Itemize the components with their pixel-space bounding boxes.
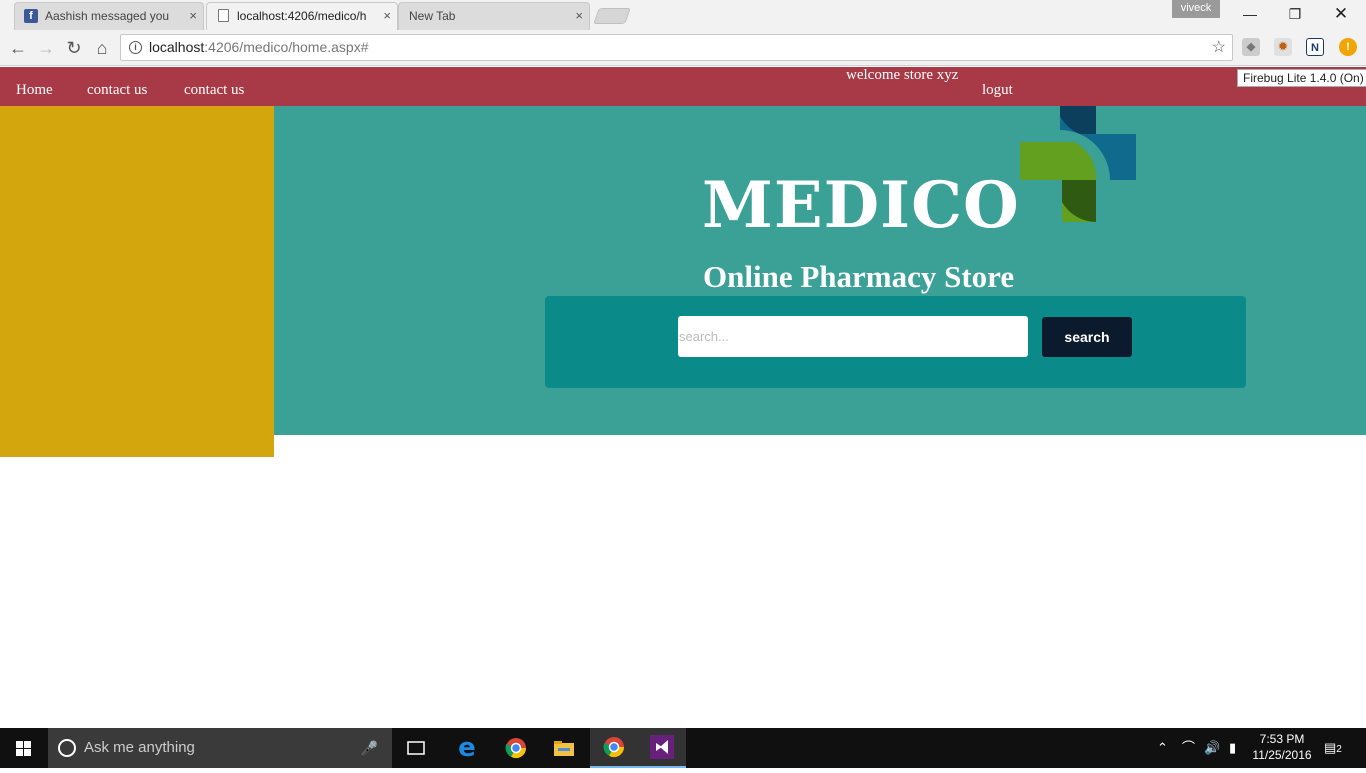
logout-link[interactable]: logut xyxy=(982,82,1013,99)
cortana-search-box[interactable]: Ask me anything 🎤 xyxy=(48,728,392,768)
medico-logo-text: MEDICO xyxy=(702,168,1020,243)
visual-studio-icon[interactable] xyxy=(638,728,686,768)
bookmark-star-icon[interactable]: ☆ xyxy=(1212,35,1226,60)
action-center-icon[interactable]: ▤2 xyxy=(1324,728,1342,768)
info-icon[interactable]: i xyxy=(129,41,142,54)
cortana-placeholder: Ask me anything xyxy=(84,739,195,756)
minimize-icon[interactable]: — xyxy=(1227,0,1273,28)
tray-chevron-icon[interactable]: ⌃ xyxy=(1157,728,1168,768)
tab-close-icon[interactable]: × xyxy=(189,3,197,29)
nav-home-link[interactable]: Home xyxy=(16,82,53,99)
firebug-icon[interactable]: ✹ xyxy=(1274,38,1292,56)
hero-banner: MEDICO Online Pharmacy Store search xyxy=(274,106,1366,435)
search-input[interactable] xyxy=(678,316,1028,357)
tab-new-tab[interactable]: New Tab × xyxy=(398,2,590,30)
windows-start-icon[interactable] xyxy=(0,728,48,768)
clock-date: 11/25/2016 xyxy=(1252,748,1312,762)
edge-icon[interactable]: e xyxy=(443,728,491,768)
welcome-text: welcome store xyz xyxy=(846,67,959,83)
search-button[interactable]: search xyxy=(1042,317,1132,357)
reload-icon[interactable]: ↻ xyxy=(62,36,86,60)
logo-cross-icon xyxy=(1020,106,1136,222)
nav-contact-link-2[interactable]: contact us xyxy=(184,82,244,99)
tab-facebook[interactable]: f Aashish messaged you × xyxy=(14,2,204,30)
system-clock[interactable]: 7:53 PM 11/25/2016 xyxy=(1248,731,1316,763)
site-navbar: Home contact us contact us welcome store… xyxy=(0,67,1366,106)
tab-strip: f Aashish messaged you × localhost:4206/… xyxy=(0,0,1366,30)
cortana-icon xyxy=(58,739,76,757)
network-icon[interactable]: ⌒ xyxy=(1182,728,1195,768)
file-explorer-icon[interactable] xyxy=(540,728,588,768)
home-icon[interactable]: ⌂ xyxy=(90,36,114,60)
browser-toolbar: ← → ↻ ⌂ i localhost:4206/medico/home.asp… xyxy=(0,30,1366,66)
task-view-icon[interactable] xyxy=(392,728,440,768)
nav-contact-link[interactable]: contact us xyxy=(87,82,147,99)
tab-localhost[interactable]: localhost:4206/medico/h × xyxy=(206,2,398,30)
sidebar-panel xyxy=(0,106,274,457)
close-window-icon[interactable]: ✕ xyxy=(1318,0,1364,28)
page-icon xyxy=(218,9,229,22)
chrome-icon[interactable] xyxy=(492,728,540,768)
clock-time: 7:53 PM xyxy=(1259,732,1305,746)
tab-close-icon[interactable]: × xyxy=(575,3,583,29)
url-path: :4206/medico/home.aspx# xyxy=(204,39,369,55)
new-tab-button[interactable] xyxy=(593,8,631,24)
back-icon[interactable]: ← xyxy=(6,36,30,60)
profile-button[interactable]: viveck xyxy=(1172,0,1220,18)
facebook-icon: f xyxy=(24,9,38,23)
extension-n-icon[interactable]: N xyxy=(1306,38,1324,56)
tab-close-icon[interactable]: × xyxy=(383,3,391,29)
battery-icon[interactable]: ▮ xyxy=(1229,728,1236,768)
restore-icon[interactable]: ❐ xyxy=(1272,0,1318,28)
microphone-icon[interactable]: 🎤 xyxy=(361,728,378,768)
tab-title: Aashish messaged you xyxy=(45,9,170,23)
notification-count: 2 xyxy=(1336,744,1342,755)
extension-icon[interactable]: ◆ xyxy=(1242,38,1260,56)
url-host: localhost xyxy=(149,39,205,55)
extension-tooltip: Firebug Lite 1.4.0 (On) xyxy=(1237,69,1366,87)
tab-title: New Tab xyxy=(409,9,456,23)
hero-subtitle: Online Pharmacy Store xyxy=(703,259,1015,294)
forward-icon[interactable]: → xyxy=(34,36,58,60)
tab-title: localhost:4206/medico/h xyxy=(237,9,367,23)
alert-icon[interactable]: ! xyxy=(1339,38,1357,56)
search-panel: search xyxy=(545,296,1246,388)
chrome-active-icon[interactable] xyxy=(590,728,638,768)
volume-icon[interactable]: 🔊 xyxy=(1204,728,1220,768)
address-bar[interactable]: i localhost:4206/medico/home.aspx# ☆ xyxy=(120,34,1233,61)
windows-taskbar: Ask me anything 🎤 e ⌃ ⌒ 🔊 ▮ 7:53 PM 11/2… xyxy=(0,728,1366,768)
